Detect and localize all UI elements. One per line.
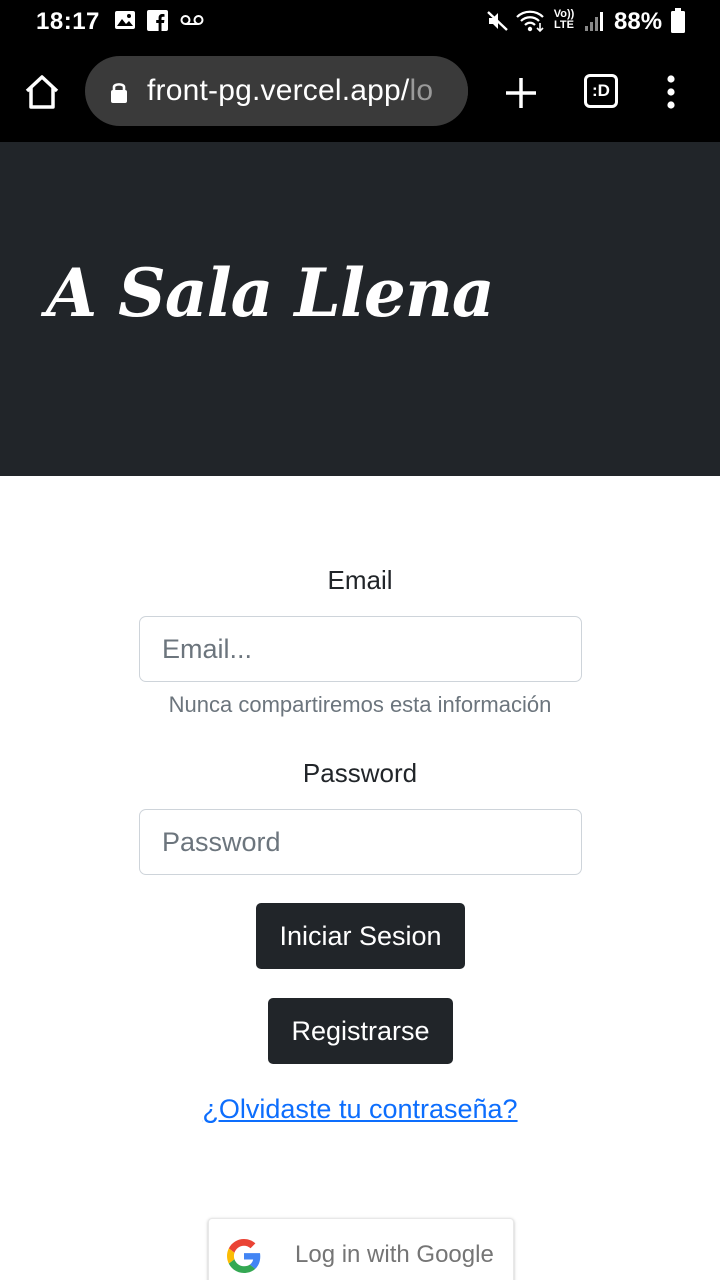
facebook-icon [147,10,168,31]
volte-icon: Vo)) LTE [552,9,576,31]
site-title: A Sala Llena [46,254,495,332]
home-icon[interactable] [22,72,62,112]
volte-bottom: LTE [554,19,574,31]
new-tab-icon[interactable] [503,75,539,111]
url-faded: lo [409,74,434,107]
mute-icon [487,11,508,31]
url-main: front-pg.vercel.app/ [147,74,410,107]
voicemail-icon [180,15,204,25]
password-input[interactable] [139,809,582,875]
register-button[interactable]: Registrarse [268,998,453,1064]
battery-icon [671,8,685,33]
google-login-label: Log in with Google [295,1241,494,1268]
email-label: Email [327,565,393,595]
email-input[interactable] [139,616,582,682]
status-time: 18:17 [36,8,100,35]
browser-toolbar: front-pg.vercel.app/lo :D [0,42,720,142]
google-login-button[interactable]: Log in with Google [208,1218,514,1280]
hero-banner: A Sala Llena [0,142,720,476]
login-button[interactable]: Iniciar Sesion [256,903,465,969]
tab-switcher-button[interactable]: :D [584,74,618,108]
google-logo-icon [227,1239,261,1273]
url-text: front-pg.vercel.app/lo [147,74,433,108]
lock-icon [111,83,127,103]
image-icon [115,11,135,29]
email-help-text: Nunca compartiremos esta información [168,692,552,717]
address-bar[interactable]: front-pg.vercel.app/lo [85,56,468,126]
wifi-icon [516,10,544,33]
url-fade [434,56,468,126]
signal-icon [585,12,603,31]
battery-percentage: 88% [614,8,663,35]
status-bar: 18:17 Vo)) LTE 88% [0,0,720,42]
password-label: Password [302,758,418,788]
more-menu-icon[interactable] [660,74,682,110]
forgot-password-link[interactable]: ¿Olvidaste tu contraseña? [0,1094,720,1125]
